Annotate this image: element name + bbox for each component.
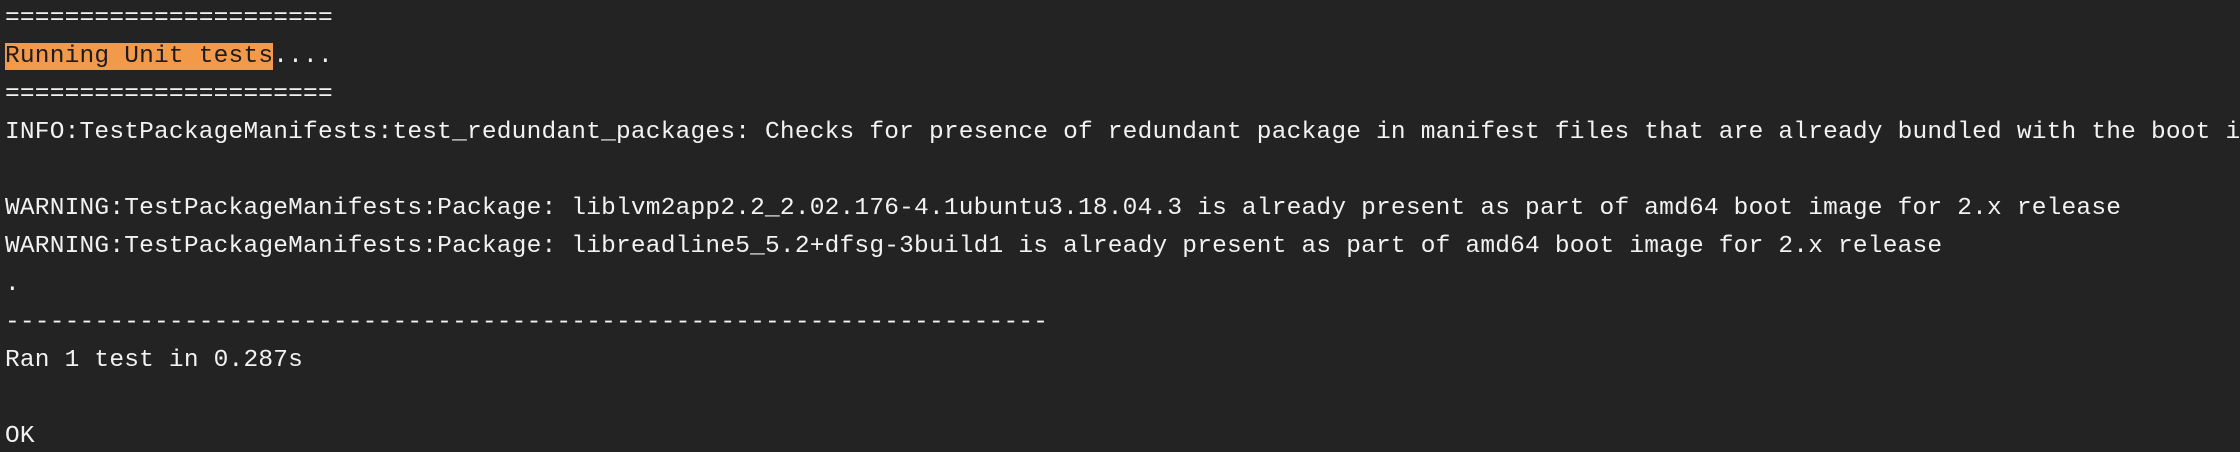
dash-separator-line: ----------------------------------------… [5,309,1049,336]
progress-dot-line: . [5,271,20,298]
separator-line: ====================== [5,5,333,32]
test-summary-line: Ran 1 test in 0.287s [5,347,304,374]
terminal-output: ====================== Running Unit test… [0,0,2240,452]
running-tests-suffix: .... [273,43,333,70]
warning-line: WARNING:TestPackageManifests:Package: li… [5,233,1943,260]
info-line: INFO:TestPackageManifests:test_redundant… [5,119,2240,146]
highlighted-selection: Running Unit tests [5,43,274,70]
running-tests-line: Running Unit tests.... [5,38,2240,76]
result-ok-line: OK [5,423,35,450]
separator-line: ====================== [5,81,333,108]
warning-line: WARNING:TestPackageManifests:Package: li… [5,195,2122,222]
